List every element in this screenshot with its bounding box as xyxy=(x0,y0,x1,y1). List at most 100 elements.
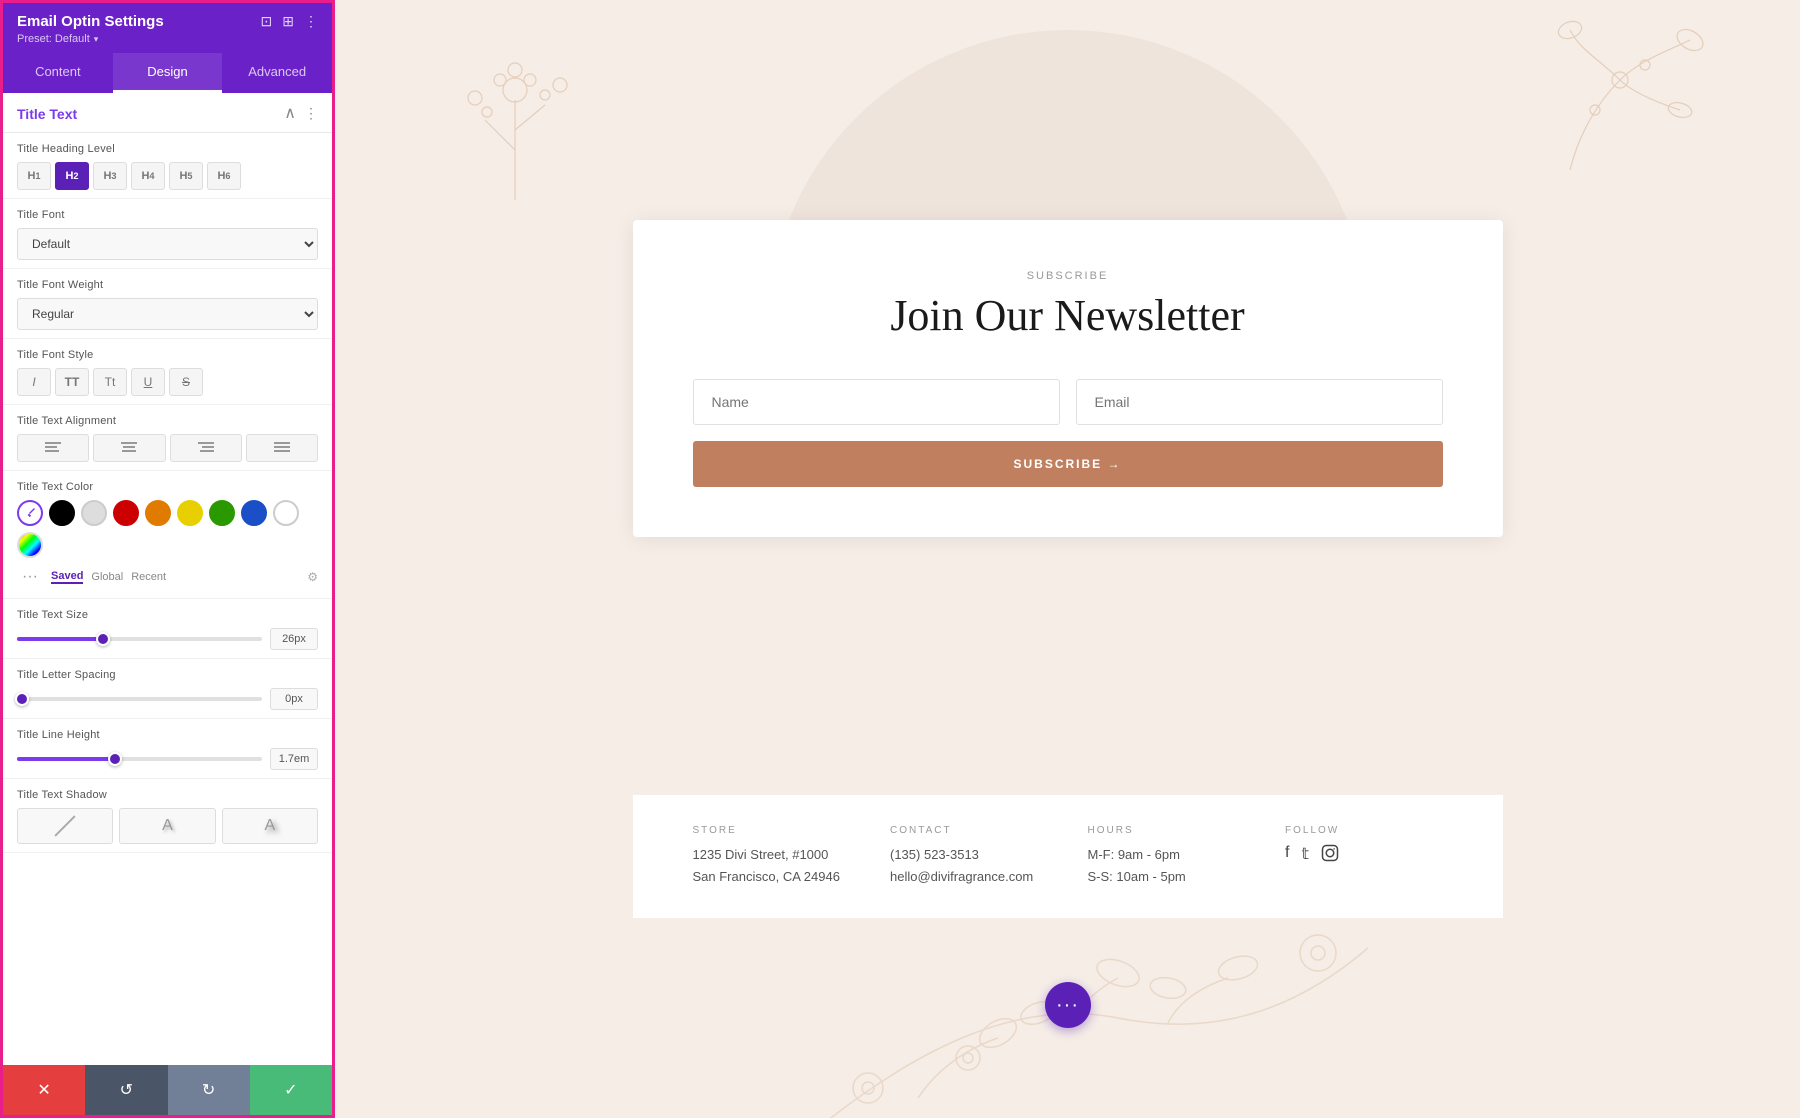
underline-btn[interactable]: U xyxy=(131,368,165,396)
floral-top-left xyxy=(415,20,615,220)
shadow-preview-row: A A xyxy=(17,808,318,844)
title-alignment-group: Title Text Alignment xyxy=(3,405,332,471)
title-font-weight-label: Title Font Weight xyxy=(17,279,318,291)
color-settings-icon[interactable]: ⚙ xyxy=(307,570,318,584)
heading-h5-btn[interactable]: H5 xyxy=(169,162,203,190)
panel-header: Email Optin Settings ⊡ ⊞ ⋮ Preset: Defau… xyxy=(3,3,332,53)
color-tab-recent[interactable]: Recent xyxy=(131,571,166,583)
section-controls: ∧ ⋮ xyxy=(284,105,318,122)
title-text-color-label: Title Text Color xyxy=(17,481,318,493)
title-font-group: Title Font Default Arial Georgia xyxy=(3,199,332,269)
title-font-select[interactable]: Default Arial Georgia xyxy=(17,228,318,260)
cancel-button[interactable]: ✕ xyxy=(3,1065,85,1115)
title-font-style-group: Title Font Style I TT Tt U S xyxy=(3,339,332,405)
tab-advanced[interactable]: Advanced xyxy=(222,53,332,93)
color-yellow[interactable] xyxy=(177,500,203,526)
strikethrough-btn[interactable]: S xyxy=(169,368,203,396)
email-input[interactable] xyxy=(1076,379,1443,425)
title-alignment-label: Title Text Alignment xyxy=(17,415,318,427)
color-red[interactable] xyxy=(113,500,139,526)
eyedropper-btn[interactable] xyxy=(17,500,43,526)
floral-top-right xyxy=(1520,10,1720,170)
align-center-btn[interactable] xyxy=(93,434,165,462)
follow-title: FOLLOW xyxy=(1285,825,1443,836)
heading-level-group: Title Heading Level H1 H2 H3 H4 H5 H6 xyxy=(3,133,332,199)
panel-title: Email Optin Settings xyxy=(17,13,164,30)
text-size-value[interactable]: 26px xyxy=(270,628,318,650)
title-font-label: Title Font xyxy=(17,209,318,221)
fab-button[interactable]: ··· xyxy=(1045,982,1091,1028)
line-height-track[interactable] xyxy=(17,757,262,761)
tab-content[interactable]: Content xyxy=(3,53,113,93)
align-justify-btn[interactable] xyxy=(246,434,318,462)
shadow-none-btn[interactable] xyxy=(17,808,113,844)
align-left-btn[interactable] xyxy=(17,434,89,462)
section-more-icon[interactable]: ⋮ xyxy=(304,105,318,122)
align-right-btn[interactable] xyxy=(170,434,242,462)
email-card: SUBSCRIBE Join Our Newsletter SUBSCRIBE … xyxy=(633,220,1503,537)
shadow-style1-btn[interactable]: A xyxy=(119,808,215,844)
letter-spacing-track[interactable] xyxy=(17,697,262,701)
redo-button[interactable]: ↻ xyxy=(168,1065,250,1115)
letter-spacing-value[interactable]: 0px xyxy=(270,688,318,710)
color-swatches-row xyxy=(17,500,318,558)
hours-title: HOURS xyxy=(1088,825,1246,836)
uppercase-btn[interactable]: TT xyxy=(55,368,89,396)
heading-h1-btn[interactable]: H1 xyxy=(17,162,51,190)
subscribe-label: SUBSCRIBE xyxy=(693,270,1443,282)
capitalize-btn[interactable]: Tt xyxy=(93,368,127,396)
color-white[interactable] xyxy=(273,500,299,526)
title-text-color-group: Title Text Color ··· Saved Global Rec xyxy=(3,471,332,599)
shadow-style2-btn[interactable]: A xyxy=(222,808,318,844)
preview-panel: SUBSCRIBE Join Our Newsletter SUBSCRIBE … xyxy=(335,0,1800,1118)
color-green[interactable] xyxy=(209,500,235,526)
title-font-weight-group: Title Font Weight Regular Bold Light xyxy=(3,269,332,339)
text-size-track[interactable] xyxy=(17,637,262,641)
heading-h3-btn[interactable]: H3 xyxy=(93,162,127,190)
color-light-gray[interactable] xyxy=(81,500,107,526)
section-header: Title Text ∧ ⋮ xyxy=(3,93,332,133)
contact-title: CONTACT xyxy=(890,825,1048,836)
color-tab-global[interactable]: Global xyxy=(91,571,123,583)
title-font-style-label: Title Font Style xyxy=(17,349,318,361)
title-line-height-label: Title Line Height xyxy=(17,729,318,741)
title-text-shadow-group: Title Text Shadow A A xyxy=(3,779,332,853)
settings-panel: Email Optin Settings ⊡ ⊞ ⋮ Preset: Defau… xyxy=(0,0,335,1118)
layout-icon[interactable]: ⊞ xyxy=(282,13,294,30)
title-letter-spacing-group: Title Letter Spacing 0px xyxy=(3,659,332,719)
heading-buttons: H1 H2 H3 H4 H5 H6 xyxy=(17,162,318,190)
undo-button[interactable]: ↺ xyxy=(85,1065,167,1115)
newsletter-title: Join Our Newsletter xyxy=(693,290,1443,343)
title-text-shadow-label: Title Text Shadow xyxy=(17,789,318,801)
panel-footer: ✕ ↺ ↻ ✓ xyxy=(3,1065,332,1115)
title-line-height-group: Title Line Height 1.7em xyxy=(3,719,332,779)
collapse-button[interactable]: ∧ xyxy=(284,106,296,122)
style-buttons: I TT Tt U S xyxy=(17,368,318,396)
color-orange[interactable] xyxy=(145,500,171,526)
title-text-size-group: Title Text Size 26px xyxy=(3,599,332,659)
letter-spacing-slider-field: 0px xyxy=(17,688,318,710)
italic-btn[interactable]: I xyxy=(17,368,51,396)
heading-h4-btn[interactable]: H4 xyxy=(131,162,165,190)
color-custom[interactable] xyxy=(17,532,43,558)
preset-label[interactable]: Preset: Default ▾ xyxy=(17,33,318,45)
more-options-icon[interactable]: ⋮ xyxy=(304,13,318,30)
tab-design[interactable]: Design xyxy=(113,53,223,93)
panel-tabs: Content Design Advanced xyxy=(3,53,332,93)
form-row xyxy=(693,379,1443,425)
copy-icon[interactable]: ⊡ xyxy=(261,13,273,30)
store-title: STORE xyxy=(693,825,851,836)
line-height-value[interactable]: 1.7em xyxy=(270,748,318,770)
color-black[interactable] xyxy=(49,500,75,526)
heading-h2-btn[interactable]: H2 xyxy=(55,162,89,190)
panel-header-icons: ⊡ ⊞ ⋮ xyxy=(261,13,318,30)
title-text-size-label: Title Text Size xyxy=(17,609,318,621)
title-font-weight-select[interactable]: Regular Bold Light xyxy=(17,298,318,330)
name-input[interactable] xyxy=(693,379,1060,425)
color-tab-saved[interactable]: Saved xyxy=(51,570,83,584)
color-blue[interactable] xyxy=(241,500,267,526)
color-more-dots[interactable]: ··· xyxy=(17,564,43,590)
subscribe-button[interactable]: SUBSCRIBE → xyxy=(693,441,1443,487)
heading-h6-btn[interactable]: H6 xyxy=(207,162,241,190)
save-button[interactable]: ✓ xyxy=(250,1065,332,1115)
